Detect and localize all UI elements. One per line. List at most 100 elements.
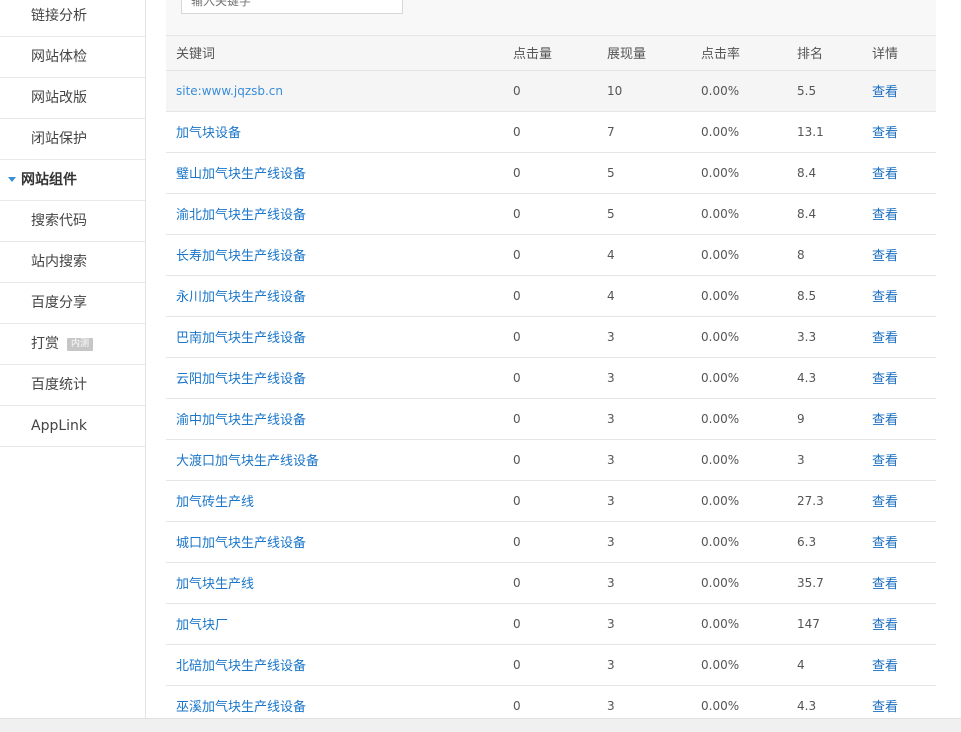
sidebar-item-site-check[interactable]: 网站体检	[0, 37, 145, 78]
ctr-cell: 0.00%	[691, 398, 787, 440]
table-row: 大渡口加气块生产线设备 0 3 0.00% 3 查看	[166, 439, 936, 481]
header-clicks: 点击量	[503, 36, 597, 71]
keyword-link[interactable]: 长寿加气块生产线设备	[166, 234, 503, 276]
header-detail: 详情	[862, 36, 936, 71]
view-detail-link[interactable]: 查看	[862, 316, 936, 358]
view-detail-link[interactable]: 查看	[862, 644, 936, 686]
ctr-cell: 0.00%	[691, 152, 787, 194]
view-detail-link[interactable]: 查看	[862, 193, 936, 235]
sidebar-item-site-closure[interactable]: 闭站保护	[0, 119, 145, 160]
impressions-cell: 3	[597, 439, 691, 481]
view-detail-link[interactable]: 查看	[862, 439, 936, 481]
keyword-search-input[interactable]	[181, 0, 403, 14]
clicks-cell: 0	[503, 316, 597, 358]
view-detail-link[interactable]: 查看	[862, 398, 936, 440]
rank-cell: 8	[787, 234, 862, 276]
impressions-cell: 5	[597, 193, 691, 235]
main-panel: 关键词 点击量 展现量 点击率 排名 详情 site:www.jqzsb.cn 0…	[146, 0, 961, 727]
table-row: 城口加气块生产线设备 0 3 0.00% 6.3 查看	[166, 521, 936, 563]
sidebar-item-baidu-share[interactable]: 百度分享	[0, 283, 145, 324]
clicks-cell: 0	[503, 398, 597, 440]
view-detail-link[interactable]: 查看	[862, 275, 936, 317]
view-detail-link[interactable]: 查看	[862, 234, 936, 276]
view-detail-link[interactable]: 查看	[862, 562, 936, 604]
table-row: 渝中加气块生产线设备 0 3 0.00% 9 查看	[166, 398, 936, 440]
rank-cell: 9	[787, 398, 862, 440]
view-detail-link[interactable]: 查看	[862, 357, 936, 399]
keyword-table-wrap: 关键词 点击量 展现量 点击率 排名 详情 site:www.jqzsb.cn 0…	[166, 36, 936, 727]
caret-down-icon	[8, 177, 16, 182]
keyword-link[interactable]: 加气块生产线	[166, 562, 503, 604]
sidebar-item-applink[interactable]: AppLink	[0, 406, 145, 447]
clicks-cell: 0	[503, 480, 597, 522]
view-detail-link[interactable]: 查看	[862, 111, 936, 153]
clicks-cell: 0	[503, 439, 597, 481]
header-keyword: 关键词	[166, 36, 503, 71]
view-detail-link[interactable]: 查看	[862, 152, 936, 194]
header-rank: 排名	[787, 36, 862, 71]
ctr-cell: 0.00%	[691, 70, 787, 112]
table-row: 加气块设备 0 7 0.00% 13.1 查看	[166, 111, 936, 153]
sidebar-group-label: 网站组件	[21, 172, 77, 188]
impressions-cell: 3	[597, 357, 691, 399]
clicks-cell: 0	[503, 193, 597, 235]
keyword-link[interactable]: 永川加气块生产线设备	[166, 275, 503, 317]
impressions-cell: 5	[597, 152, 691, 194]
clicks-cell: 0	[503, 603, 597, 645]
ctr-cell: 0.00%	[691, 193, 787, 235]
keyword-link[interactable]: 大渡口加气块生产线设备	[166, 439, 503, 481]
impressions-cell: 10	[597, 70, 691, 112]
clicks-cell: 0	[503, 644, 597, 686]
sidebar-item-reward[interactable]: 打赏 内测	[0, 324, 145, 365]
sidebar-item-baidu-stats[interactable]: 百度统计	[0, 365, 145, 406]
rank-cell: 8.4	[787, 152, 862, 194]
rank-cell: 8.4	[787, 193, 862, 235]
keyword-link[interactable]: 巴南加气块生产线设备	[166, 316, 503, 358]
impressions-cell: 7	[597, 111, 691, 153]
sidebar-item-link-analysis[interactable]: 链接分析	[0, 0, 145, 37]
sidebar-item-label: 网站体检	[31, 49, 87, 65]
keyword-link[interactable]: 渝中加气块生产线设备	[166, 398, 503, 440]
impressions-cell: 3	[597, 480, 691, 522]
clicks-cell: 0	[503, 521, 597, 563]
impressions-cell: 3	[597, 316, 691, 358]
keyword-link[interactable]: 城口加气块生产线设备	[166, 521, 503, 563]
ctr-cell: 0.00%	[691, 275, 787, 317]
ctr-cell: 0.00%	[691, 439, 787, 481]
ctr-cell: 0.00%	[691, 562, 787, 604]
table-row: 加气块生产线 0 3 0.00% 35.7 查看	[166, 562, 936, 604]
sidebar-item-label: 百度统计	[31, 377, 87, 393]
sidebar-item-site-revision[interactable]: 网站改版	[0, 78, 145, 119]
sidebar-item-site-search[interactable]: 站内搜索	[0, 242, 145, 283]
beta-badge: 内测	[67, 338, 94, 351]
clicks-cell: 0	[503, 562, 597, 604]
keyword-link[interactable]: 加气块厂	[166, 603, 503, 645]
sidebar-group-site-components[interactable]: 网站组件	[0, 160, 145, 201]
sidebar-item-search-code[interactable]: 搜索代码	[0, 201, 145, 242]
keyword-link[interactable]: 渝北加气块生产线设备	[166, 193, 503, 235]
keyword-link[interactable]: 云阳加气块生产线设备	[166, 357, 503, 399]
ctr-cell: 0.00%	[691, 316, 787, 358]
table-row: 永川加气块生产线设备 0 4 0.00% 8.5 查看	[166, 275, 936, 317]
sidebar-item-label: 打赏	[31, 336, 59, 352]
impressions-cell: 4	[597, 275, 691, 317]
rank-cell: 8.5	[787, 275, 862, 317]
ctr-cell: 0.00%	[691, 644, 787, 686]
view-detail-link[interactable]: 查看	[862, 480, 936, 522]
impressions-cell: 3	[597, 603, 691, 645]
keyword-link[interactable]: site:www.jqzsb.cn	[166, 70, 503, 112]
keyword-link[interactable]: 璧山加气块生产线设备	[166, 152, 503, 194]
ctr-cell: 0.00%	[691, 480, 787, 522]
rank-cell: 3.3	[787, 316, 862, 358]
table-row: 加气砖生产线 0 3 0.00% 27.3 查看	[166, 480, 936, 522]
search-bar	[166, 0, 936, 36]
view-detail-link[interactable]: 查看	[862, 70, 936, 112]
ctr-cell: 0.00%	[691, 521, 787, 563]
view-detail-link[interactable]: 查看	[862, 521, 936, 563]
keyword-link[interactable]: 北碚加气块生产线设备	[166, 644, 503, 686]
keyword-link[interactable]: 加气块设备	[166, 111, 503, 153]
table-header-row: 关键词 点击量 展现量 点击率 排名 详情	[166, 36, 936, 71]
sidebar-item-label: 百度分享	[31, 295, 87, 311]
view-detail-link[interactable]: 查看	[862, 603, 936, 645]
keyword-link[interactable]: 加气砖生产线	[166, 480, 503, 522]
